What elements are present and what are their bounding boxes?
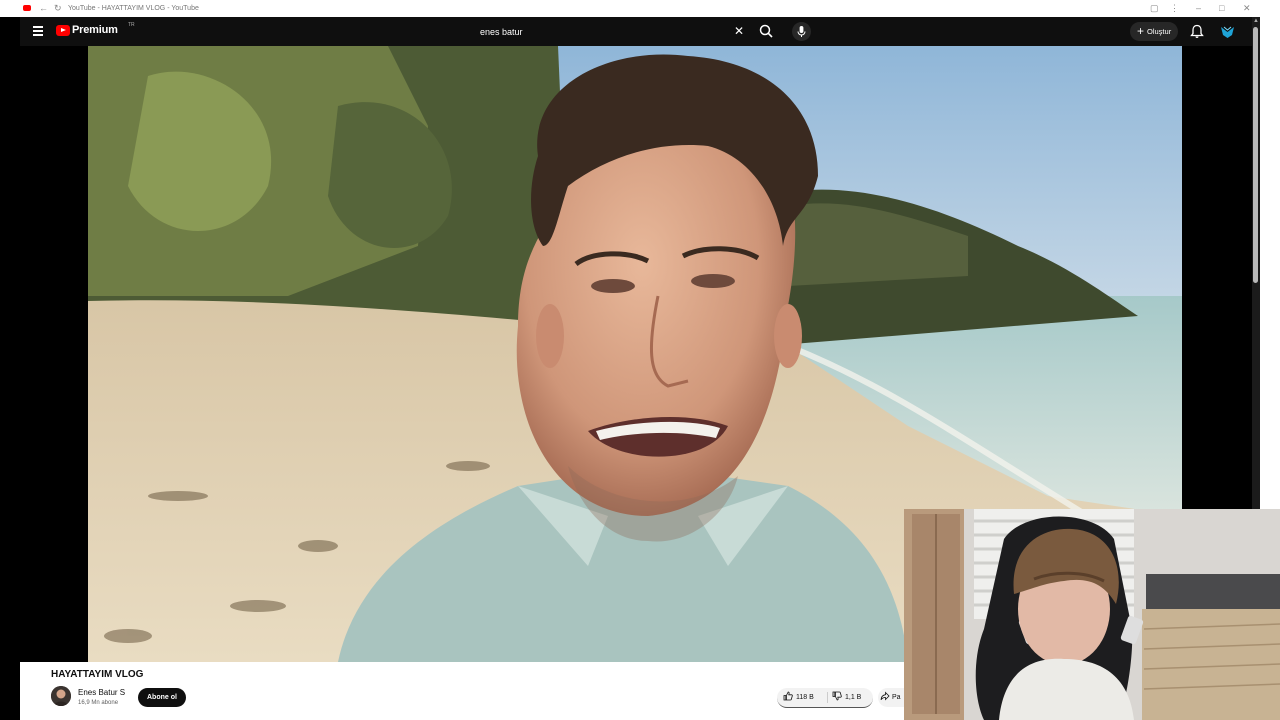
window-title: YouTube - HAYATTAYIM VLOG - YouTube (68, 5, 199, 12)
thumbs-up-icon (783, 691, 793, 701)
voice-search-button[interactable] (792, 22, 811, 41)
like-dislike-group: 118 B 1,1 B (777, 688, 873, 708)
webcam-overlay (904, 509, 1280, 720)
youtube-header: Premium TR ✕ +Oluştur (20, 17, 1252, 46)
minimize-icon[interactable]: – (1196, 0, 1201, 17)
youtube-play-icon (56, 25, 70, 36)
share-label: Pa (892, 694, 901, 701)
channel-avatar-image (51, 686, 71, 706)
like-divider (827, 692, 828, 703)
dislike-button[interactable]: 1,1 B (832, 688, 861, 707)
browser-titlebar: ← ↻ YouTube - HAYATTAYIM VLOG - YouTube … (0, 0, 1280, 17)
back-icon[interactable]: ← (39, 0, 48, 17)
search-icon[interactable] (758, 23, 774, 39)
search-input[interactable] (474, 21, 710, 42)
create-button[interactable]: + Oluştur (1130, 22, 1179, 41)
microphone-icon (797, 26, 806, 37)
close-window-icon[interactable]: ✕ (1243, 0, 1251, 17)
video-info-panel: HAYATTAYIM VLOG Enes Batur S 16,9 Mn abo… (20, 662, 908, 720)
more-menu-icon[interactable]: ⋮ (1170, 0, 1179, 17)
create-label: Oluştur (1147, 27, 1172, 36)
country-code: TR (128, 22, 135, 28)
clear-search-icon[interactable]: ✕ (734, 24, 744, 38)
dislike-count: 1,1 B (845, 694, 862, 701)
channel-name[interactable]: Enes Batur S (78, 688, 125, 697)
scroll-up-icon[interactable]: ▲ (1253, 18, 1259, 24)
reload-icon[interactable]: ↻ (54, 0, 62, 17)
video-title: HAYATTAYIM VLOG (51, 669, 144, 680)
search-box (474, 21, 750, 42)
channel-avatar[interactable] (51, 686, 71, 706)
extension-icon[interactable]: ▢ (1150, 0, 1159, 17)
maximize-icon[interactable]: □ (1219, 0, 1224, 17)
plus-icon: + (1137, 24, 1145, 38)
scrollbar-thumb[interactable] (1253, 27, 1258, 283)
webcam-feed-image (904, 509, 1280, 720)
account-avatar-icon[interactable] (1220, 24, 1235, 39)
menu-icon[interactable] (33, 26, 43, 37)
like-button[interactable]: 118 B (783, 688, 814, 707)
like-count: 118 B (796, 694, 814, 701)
youtube-favicon-icon (23, 5, 31, 11)
thumbs-down-icon (832, 691, 842, 701)
logo-text: Premium (72, 24, 118, 36)
notifications-bell-icon[interactable] (1190, 24, 1204, 39)
share-arrow-icon (880, 691, 890, 701)
subscribe-button[interactable]: Abone ol (138, 688, 186, 707)
subscriber-count: 16,9 Mn abone (78, 700, 119, 706)
